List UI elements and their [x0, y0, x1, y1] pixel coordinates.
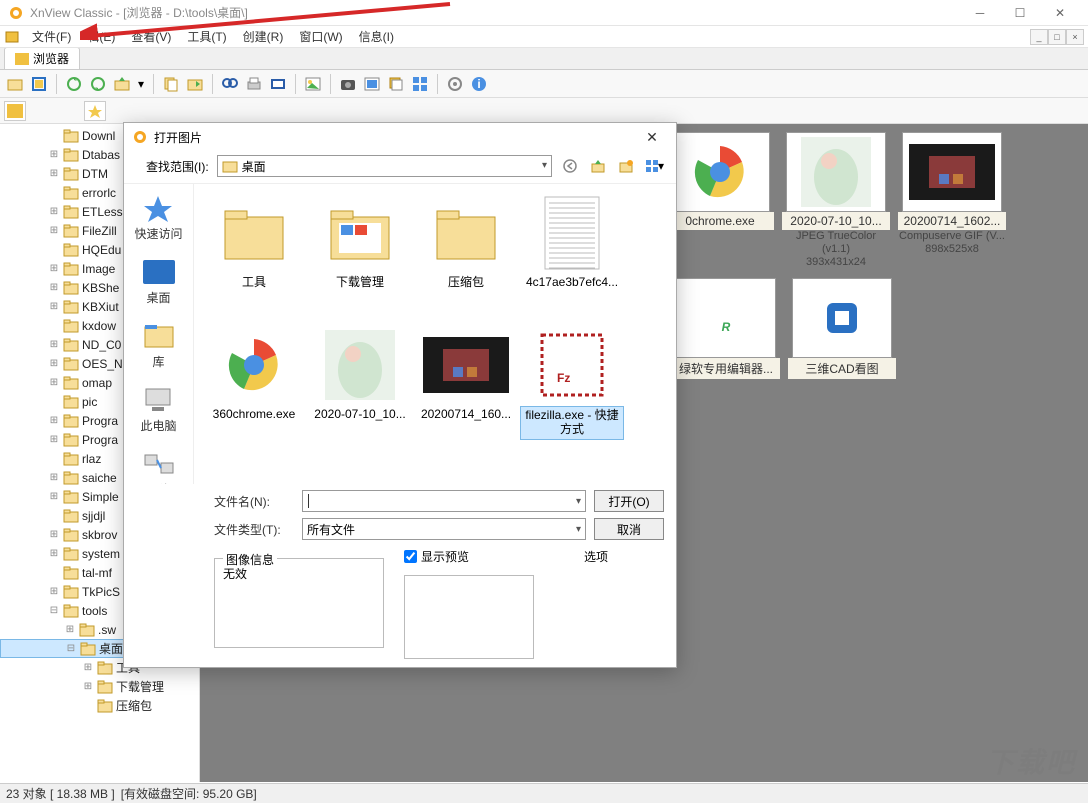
- status-count: 23 对象 [ 18.38 MB ]: [6, 785, 115, 802]
- window-title: XnView Classic - [浏览器 - D:\tools\桌面\]: [30, 4, 960, 21]
- refresh2-icon[interactable]: [87, 73, 109, 95]
- file-item[interactable]: 下载管理: [308, 192, 412, 322]
- lookin-label: 查找范围(I):: [146, 158, 209, 175]
- tab-icon: [15, 53, 29, 65]
- menubar: 文件(F) 辑(E) 查看(V) 工具(T) 创建(R) 窗口(W) 信息(I)…: [0, 26, 1088, 48]
- info-icon[interactable]: i: [468, 73, 490, 95]
- settings-icon[interactable]: [444, 73, 466, 95]
- options-button[interactable]: 选项: [584, 548, 654, 565]
- status-bar: 23 对象 [ 18.38 MB ] [有效磁盘空间: 95.20 GB]: [0, 783, 1088, 803]
- file-list[interactable]: 工具下载管理压缩包4c17ae3b7efc4...360chrome.exe20…: [194, 184, 676, 484]
- mdi-min[interactable]: _: [1030, 29, 1048, 45]
- thumbnail-item[interactable]: 2020-07-10_10...JPEG TrueColor (v1.1)393…: [782, 132, 890, 270]
- tab-browser[interactable]: 浏览器: [4, 47, 80, 69]
- scan-icon[interactable]: [361, 73, 383, 95]
- menu-create[interactable]: 创建(R): [235, 26, 292, 47]
- file-item[interactable]: 360chrome.exe: [202, 324, 306, 454]
- cancel-button[interactable]: 取消: [594, 518, 664, 540]
- search-icon[interactable]: [219, 73, 241, 95]
- menu-info[interactable]: 信息(I): [351, 26, 402, 47]
- maximize-button[interactable]: ☐: [1000, 1, 1040, 25]
- open-file-dialog: 打开图片 ✕ 查找范围(I): 桌面 ▾ ▾ 快速访问 桌面 库 此电脑 网络 …: [123, 122, 677, 668]
- svg-text:R: R: [722, 320, 731, 334]
- fullscreen-icon[interactable]: [28, 73, 50, 95]
- svg-text:i: i: [477, 77, 480, 91]
- places-quick[interactable]: 快速访问: [134, 194, 182, 242]
- filetype-combo[interactable]: 所有文件▾: [302, 518, 586, 540]
- mdi-close[interactable]: ×: [1066, 29, 1084, 45]
- menu-window[interactable]: 窗口(W): [291, 26, 350, 47]
- mdi-max[interactable]: □: [1048, 29, 1066, 45]
- fav-icon[interactable]: [84, 101, 106, 121]
- dialog-close-button[interactable]: ✕: [636, 125, 668, 149]
- watermark: 下载吧: [986, 741, 1076, 781]
- file-item[interactable]: 4c17ae3b7efc4...: [520, 192, 624, 322]
- imageinfo-box: 图像信息 无效: [214, 558, 384, 648]
- svg-text:Fz: Fz: [557, 371, 570, 385]
- camera-icon[interactable]: [337, 73, 359, 95]
- print-icon[interactable]: [243, 73, 265, 95]
- main-toolbar: ▾ i: [0, 70, 1088, 98]
- minimize-button[interactable]: ─: [960, 1, 1000, 25]
- back-icon[interactable]: [560, 156, 580, 176]
- open-icon[interactable]: [4, 73, 26, 95]
- file-item[interactable]: Fzfilezilla.exe - 快捷方式: [520, 324, 624, 454]
- thumbnail-item[interactable]: 0chrome.exe: [666, 132, 774, 270]
- dialog-icon: [132, 129, 148, 145]
- close-button[interactable]: ✕: [1040, 1, 1080, 25]
- nav-dropdown[interactable]: ▾: [135, 73, 147, 95]
- tree-node[interactable]: 压缩包: [0, 696, 199, 715]
- dialog-titlebar: 打开图片 ✕: [124, 123, 676, 151]
- app-icon: [8, 5, 24, 21]
- tab-label: 浏览器: [33, 50, 69, 67]
- stack-icon[interactable]: [385, 73, 407, 95]
- places-bar: 快速访问 桌面 库 此电脑 网络: [124, 184, 194, 484]
- file-item[interactable]: 2020-07-10_10...: [308, 324, 412, 454]
- lookin-combo[interactable]: 桌面 ▾: [217, 155, 552, 177]
- thumbnail-item[interactable]: 20200714_1602...Compuserve GIF (V...898x…: [898, 132, 1006, 270]
- preview-box: [404, 575, 534, 659]
- menu-file[interactable]: 文件(F): [24, 26, 79, 47]
- menu-edit[interactable]: 辑(E): [79, 26, 123, 47]
- nav-up-icon[interactable]: [111, 73, 133, 95]
- image-icon[interactable]: [302, 73, 324, 95]
- places-lib[interactable]: 库: [141, 322, 177, 370]
- move-icon[interactable]: [184, 73, 206, 95]
- tree-node[interactable]: ⊞下载管理: [0, 677, 199, 696]
- grid-icon[interactable]: [409, 73, 431, 95]
- newfolder-icon[interactable]: [616, 156, 636, 176]
- secondary-toolbar: [0, 98, 1088, 124]
- slideshow-icon[interactable]: [267, 73, 289, 95]
- file-item[interactable]: 压缩包: [414, 192, 518, 322]
- viewmode-icon[interactable]: ▾: [644, 156, 664, 176]
- refresh-icon[interactable]: [63, 73, 85, 95]
- filetype-label: 文件类型(T):: [214, 521, 294, 538]
- tab-strip: 浏览器: [0, 48, 1088, 70]
- dialog-title: 打开图片: [154, 129, 636, 146]
- thumbnail-item[interactable]: R绿软专用编辑器...: [672, 278, 780, 416]
- file-item[interactable]: 20200714_160...: [414, 324, 518, 454]
- thumbnail-item[interactable]: 三维CAD看图: [788, 278, 896, 416]
- places-desktop[interactable]: 桌面: [141, 258, 177, 306]
- file-item[interactable]: 工具: [202, 192, 306, 322]
- filename-label: 文件名(N):: [214, 493, 294, 510]
- titlebar: XnView Classic - [浏览器 - D:\tools\桌面\] ─ …: [0, 0, 1088, 26]
- menu-view[interactable]: 查看(V): [123, 26, 179, 47]
- doc-icon: [4, 29, 20, 45]
- status-freespace: [有效磁盘空间: 95.20 GB]: [121, 785, 257, 802]
- copy-icon[interactable]: [160, 73, 182, 95]
- places-thispc[interactable]: 此电脑: [140, 386, 176, 434]
- up-icon[interactable]: [588, 156, 608, 176]
- filename-input[interactable]: ▾: [302, 490, 586, 512]
- open-button[interactable]: 打开(O): [594, 490, 664, 512]
- tree-toggle-icon[interactable]: [4, 101, 26, 121]
- menu-tools[interactable]: 工具(T): [179, 26, 234, 47]
- show-preview-check[interactable]: 显示预览: [404, 548, 469, 565]
- places-net[interactable]: 网络: [141, 450, 177, 484]
- lookin-row: 查找范围(I): 桌面 ▾ ▾: [124, 151, 676, 184]
